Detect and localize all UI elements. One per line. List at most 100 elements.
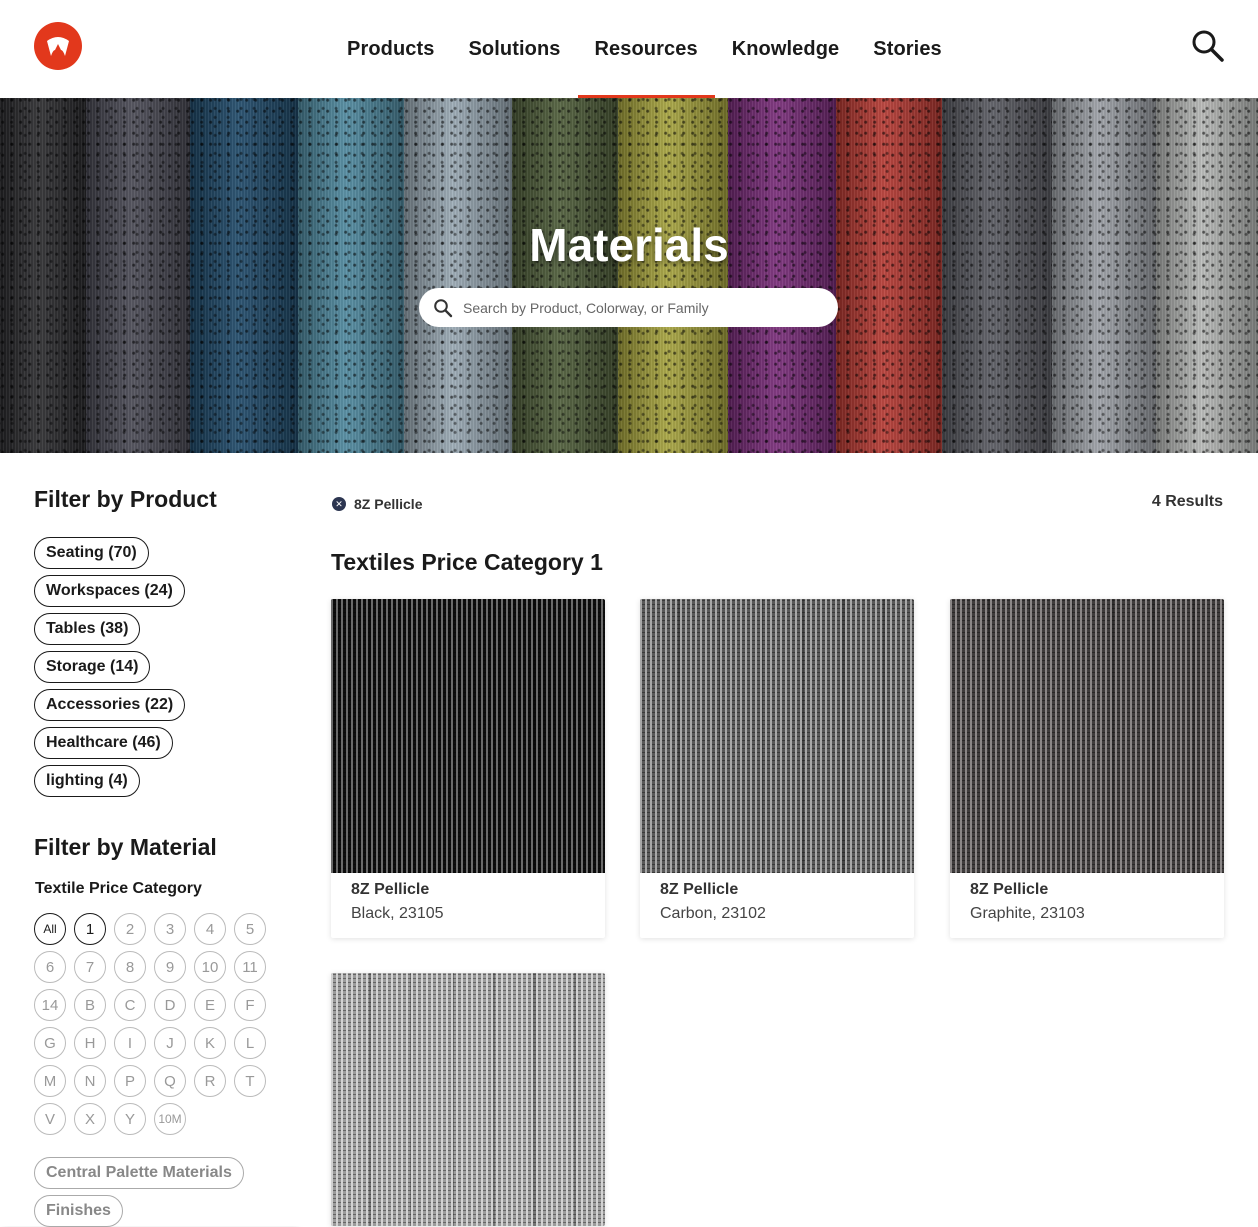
search-icon[interactable] [1190, 28, 1226, 64]
price-category-2[interactable]: 2 [114, 913, 146, 945]
price-category-c[interactable]: C [114, 989, 146, 1021]
price-category-y[interactable]: Y [114, 1103, 146, 1135]
price-category-6[interactable]: 6 [34, 951, 66, 983]
nav-item-solutions[interactable]: Solutions [451, 0, 577, 98]
price-category-10[interactable]: 10 [194, 951, 226, 983]
product-filter-storage[interactable]: Storage (14) [34, 651, 151, 683]
page-title: Materials [529, 219, 729, 271]
material-name: 8Z Pellicle [660, 881, 739, 898]
product-filter-seating[interactable]: Seating (70) [34, 537, 149, 569]
price-category-m[interactable]: M [34, 1065, 66, 1097]
materials-search-bar[interactable] [419, 288, 838, 327]
price-category-8[interactable]: 8 [114, 951, 146, 983]
material-card[interactable]: 8Z Pellicle Black, 23105 [331, 599, 605, 938]
fabric-roll [190, 98, 298, 453]
price-category-b[interactable]: B [74, 989, 106, 1021]
price-category-p[interactable]: P [114, 1065, 146, 1097]
material-type-filter-list: Central Palette Materials Finishes [34, 1157, 244, 1227]
results-panel: ✕ 8Z Pellicle 4 Results Textiles Price C… [295, 453, 1258, 1226]
fabric-roll [0, 98, 86, 453]
material-name: 8Z Pellicle [351, 881, 430, 898]
price-category-t[interactable]: T [234, 1065, 266, 1097]
price-category-h[interactable]: H [74, 1027, 106, 1059]
material-filter-finishes[interactable]: Finishes [34, 1195, 123, 1227]
fabric-roll [836, 98, 942, 453]
fabric-roll [942, 98, 1052, 453]
price-category-11[interactable]: 11 [234, 951, 266, 983]
material-swatch[interactable] [331, 973, 605, 1226]
price-category-d[interactable]: D [154, 989, 186, 1021]
product-filter-lighting[interactable]: lighting (4) [34, 765, 140, 797]
nav-item-resources[interactable]: Resources [577, 0, 715, 98]
price-category-e[interactable]: E [194, 989, 226, 1021]
material-colorway: Black, 23105 [351, 905, 444, 922]
price-category-q[interactable]: Q [154, 1065, 186, 1097]
product-filter-accessories[interactable]: Accessories (22) [34, 689, 186, 721]
product-filter-workspaces[interactable]: Workspaces (24) [34, 575, 185, 607]
material-card[interactable] [331, 973, 605, 1226]
filter-by-product-heading: Filter by Product [34, 486, 217, 512]
price-category-v[interactable]: V [34, 1103, 66, 1135]
price-category-n[interactable]: N [74, 1065, 106, 1097]
site-header: Products Solutions Resources Knowledge S… [0, 0, 1258, 98]
material-colorway: Graphite, 23103 [970, 905, 1085, 922]
active-filter-chip[interactable]: ✕ 8Z Pellicle [332, 496, 422, 512]
product-filter-list: Seating (70) Workspaces (24) Tables (38) St… [34, 537, 186, 797]
remove-filter-icon[interactable]: ✕ [332, 497, 346, 511]
main-nav: Products Solutions Resources Knowledge S… [330, 0, 959, 98]
fabric-roll [1156, 98, 1258, 453]
price-category-7[interactable]: 7 [74, 951, 106, 983]
herman-miller-logo-icon[interactable] [34, 22, 82, 70]
price-category-g[interactable]: G [34, 1027, 66, 1059]
fabric-roll [618, 98, 728, 453]
fabric-roll [86, 98, 190, 453]
product-filter-tables[interactable]: Tables (38) [34, 613, 141, 645]
search-icon [434, 298, 453, 317]
material-name: 8Z Pellicle [970, 881, 1049, 898]
price-category-5[interactable]: 5 [234, 913, 266, 945]
fabric-roll [1052, 98, 1156, 453]
material-colorway: Carbon, 23102 [660, 905, 766, 922]
material-filter-central-palette-materials[interactable]: Central Palette Materials [34, 1157, 244, 1189]
active-filter-label: 8Z Pellicle [354, 496, 423, 512]
price-category-x[interactable]: X [74, 1103, 106, 1135]
price-category-k[interactable]: K [194, 1027, 226, 1059]
material-info: 8Z Pellicle Black, 23105 [331, 873, 605, 938]
fabric-roll [404, 98, 512, 453]
fabric-roll [512, 98, 618, 453]
section-title: Textiles Price Category 1 [331, 549, 603, 575]
material-info: 8Z Pellicle Carbon, 23102 [640, 873, 914, 938]
price-category-r[interactable]: R [194, 1065, 226, 1097]
price-category-j[interactable]: J [154, 1027, 186, 1059]
filter-sidebar: Filter by Product Seating (70) Workspaces… [0, 453, 295, 1227]
nav-item-products[interactable]: Products [330, 0, 451, 98]
material-card[interactable]: 8Z Pellicle Carbon, 23102 [640, 599, 914, 938]
price-category-filter-grid: All 1 2 3 4 5 6 7 8 9 10 11 14 B C D E F G H I J K L M N P Q R T V X Y 10… [34, 913, 279, 1135]
filter-by-material-heading: Filter by Material [34, 834, 217, 860]
materials-search-input[interactable] [463, 299, 813, 316]
price-category-i[interactable]: I [114, 1027, 146, 1059]
price-category-1[interactable]: 1 [74, 913, 106, 945]
hero-banner: Materials [0, 98, 1258, 453]
results-count: 4 Results [1151, 493, 1223, 510]
price-category-4[interactable]: 4 [194, 913, 226, 945]
nav-item-knowledge[interactable]: Knowledge [715, 0, 857, 98]
fabric-rolls-image [0, 98, 1258, 453]
product-filter-healthcare[interactable]: Healthcare (46) [34, 727, 173, 759]
price-category-f[interactable]: F [234, 989, 266, 1021]
price-category-l[interactable]: L [234, 1027, 266, 1059]
price-category-all[interactable]: All [34, 913, 66, 945]
nav-item-stories[interactable]: Stories [856, 0, 959, 98]
material-swatch[interactable] [950, 599, 1224, 873]
price-category-10m[interactable]: 10M [154, 1103, 186, 1135]
price-category-9[interactable]: 9 [154, 951, 186, 983]
fabric-roll [728, 98, 836, 453]
price-category-14[interactable]: 14 [34, 989, 66, 1021]
fabric-roll [298, 98, 404, 453]
material-swatch[interactable] [331, 599, 605, 873]
material-info: 8Z Pellicle Graphite, 23103 [950, 873, 1224, 938]
material-card[interactable]: 8Z Pellicle Graphite, 23103 [950, 599, 1224, 938]
textile-price-category-label: Textile Price Category [35, 880, 202, 897]
material-swatch[interactable] [640, 599, 914, 873]
price-category-3[interactable]: 3 [154, 913, 186, 945]
